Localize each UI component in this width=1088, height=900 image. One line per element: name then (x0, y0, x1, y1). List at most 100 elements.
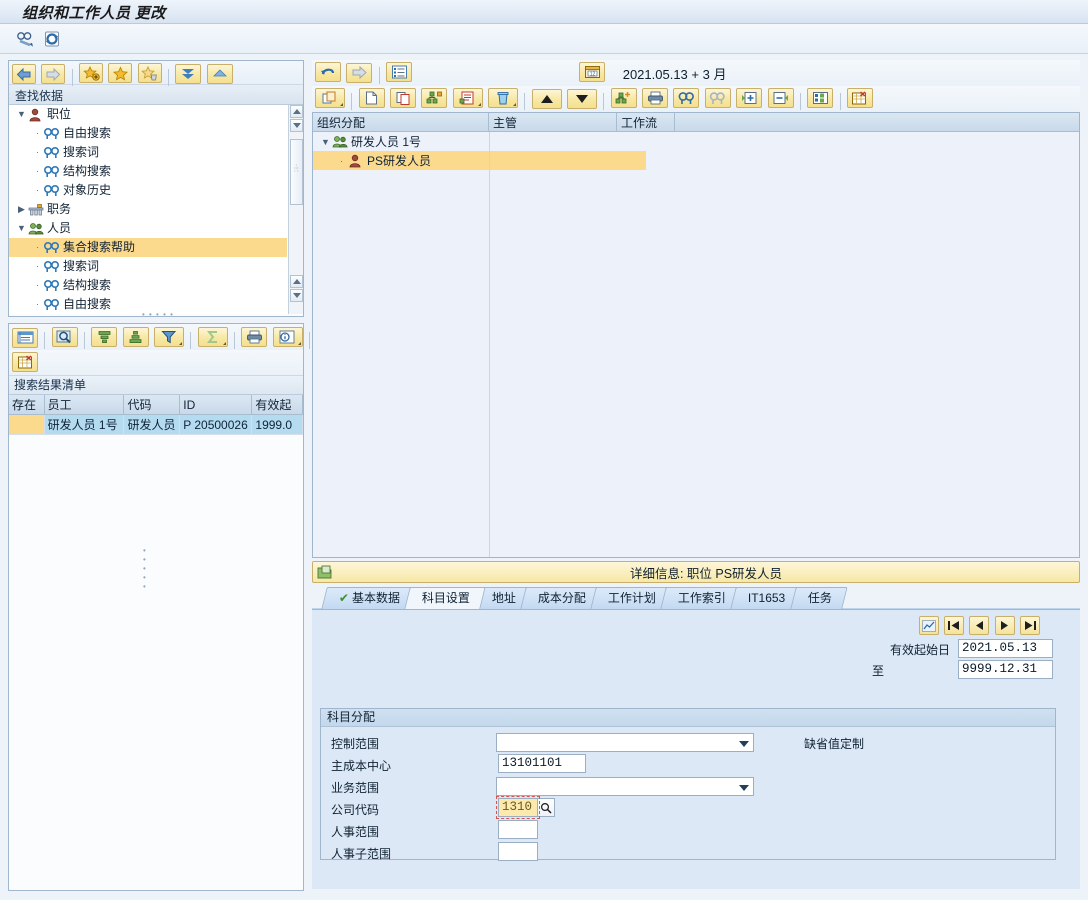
results-column-header-4[interactable]: 有效起 (252, 395, 303, 415)
personnel-subarea-field[interactable] (498, 842, 538, 861)
report-icon[interactable] (453, 88, 483, 108)
tab-工作计划[interactable]: 工作计划 (590, 587, 672, 609)
previous-record-icon[interactable] (969, 616, 989, 635)
company-code-field[interactable]: 1310 (498, 798, 538, 817)
tree-vertical-scrollbar[interactable]: ∴∴ (288, 105, 303, 314)
business-area-field[interactable] (496, 777, 754, 796)
validity-end-field[interactable]: 9999.12.31 (958, 660, 1053, 679)
list-icon[interactable] (386, 62, 412, 82)
refresh-icon[interactable] (42, 29, 62, 49)
binoculars-icon (44, 260, 60, 274)
tree-item-8[interactable]: ·搜索词 (9, 257, 287, 276)
scroll-down-button[interactable] (290, 119, 303, 132)
copy-icon[interactable] (390, 88, 416, 108)
chevron-down-icon[interactable] (739, 741, 749, 747)
back-arrow-icon[interactable] (12, 64, 36, 84)
org-column-header-1[interactable]: 主管 (489, 113, 617, 131)
print-icon[interactable] (642, 88, 668, 108)
results-cell-2[interactable]: 研发人员 (124, 415, 180, 435)
export-spreadsheet-icon[interactable] (12, 352, 38, 372)
controlling-area-field[interactable] (496, 733, 754, 752)
find-icon[interactable] (673, 88, 699, 108)
detail-view-icon[interactable] (12, 328, 38, 348)
chevron-down-icon[interactable] (739, 785, 749, 791)
tree-item-4[interactable]: ·对象历史 (9, 181, 287, 200)
sum-icon[interactable] (198, 327, 228, 347)
results-column-header-1[interactable]: 员工 (44, 395, 124, 415)
column-settings-icon[interactable] (807, 88, 833, 108)
panel-splitter-handle[interactable]: • • • • • (142, 310, 174, 319)
first-record-icon[interactable] (944, 616, 964, 635)
tab-基本数据[interactable]: ✔基本数据 (321, 587, 416, 609)
expand-node-icon[interactable] (736, 88, 762, 108)
tab-工作索引[interactable]: 工作索引 (660, 587, 742, 609)
scroll-up-button-2[interactable] (290, 275, 303, 288)
tree-item-1[interactable]: ·自由搜索 (9, 124, 287, 143)
org-column-header-3[interactable] (675, 113, 1079, 131)
results-column-header-3[interactable]: ID (180, 395, 252, 415)
tree-collapse-toggle[interactable]: ▼ (15, 105, 28, 124)
timeline-chart-icon[interactable] (919, 616, 939, 635)
print-icon[interactable] (241, 327, 267, 347)
results-cell-0[interactable] (9, 415, 44, 435)
expand-all-icon[interactable] (175, 64, 201, 84)
org-structure-icon[interactable] (421, 88, 447, 108)
tree-item-9[interactable]: ·结构搜索 (9, 276, 287, 295)
next-record-icon[interactable] (995, 616, 1015, 635)
results-cell-3[interactable]: P 20500026 (180, 415, 252, 435)
results-column-header-0[interactable]: 存在 (9, 395, 44, 415)
sort-ascending-icon[interactable] (91, 327, 117, 347)
new-document-icon[interactable] (359, 88, 385, 108)
favorite-star-icon[interactable] (108, 63, 132, 83)
tree-item-5[interactable]: ▶职务 (9, 200, 287, 219)
calendar-key-date-icon[interactable]: 12 (579, 62, 605, 82)
scrollbar-thumb[interactable]: ∴∴ (290, 139, 303, 205)
tree-item-6[interactable]: ▼人员 (9, 219, 287, 238)
glasses-pencil-icon[interactable] (16, 29, 36, 49)
results-column-header-2[interactable]: 代码 (124, 395, 180, 415)
org-column-header-2[interactable]: 工作流 (617, 113, 675, 131)
tab-成本分配[interactable]: 成本分配 (520, 587, 602, 609)
tree-expand-toggle[interactable]: ▶ (15, 200, 28, 219)
results-cell-1[interactable]: 研发人员 1号 (44, 415, 124, 435)
tab-任务[interactable]: 任务 (790, 587, 848, 609)
delete-favorite-icon[interactable] (138, 63, 162, 83)
tree-collapse-toggle[interactable]: ▼ (15, 219, 28, 238)
master-cost-center-field[interactable]: 13101101 (498, 754, 586, 773)
tab-科目设置[interactable]: 科目设置 (404, 587, 486, 609)
find-icon[interactable] (52, 327, 78, 347)
move-down-icon[interactable] (567, 89, 597, 109)
table-row[interactable]: 研发人员 1号研发人员P 205000261999.0 (9, 415, 303, 435)
collapse-node-icon[interactable] (768, 88, 794, 108)
move-up-icon[interactable] (532, 89, 562, 109)
assign-org-icon[interactable] (611, 88, 637, 108)
org-expand-toggle[interactable]: ▼ (319, 137, 332, 147)
org-row-1[interactable]: ·PS研发人员 (313, 151, 1079, 170)
tree-item-0[interactable]: ▼职位 (9, 105, 287, 124)
tree-item-2[interactable]: ·搜索词 (9, 143, 287, 162)
org-row-0[interactable]: ▼研发人员 1号 (313, 132, 1079, 151)
scroll-down-button-2[interactable] (290, 289, 303, 302)
info-icon[interactable] (273, 327, 303, 347)
personnel-area-field[interactable] (498, 820, 538, 839)
find-next-icon[interactable] (705, 88, 731, 108)
undo-icon[interactable] (315, 62, 341, 82)
add-favorite-icon[interactable] (79, 63, 103, 83)
sort-descending-icon[interactable] (123, 327, 149, 347)
spreadsheet-icon[interactable] (847, 88, 873, 108)
results-splitter-handle[interactable]: ••••• (143, 546, 147, 591)
results-cell-4[interactable]: 1999.0 (252, 415, 303, 435)
delete-icon[interactable] (488, 88, 518, 108)
scroll-up-button[interactable] (290, 105, 303, 118)
tree-item-3[interactable]: ·结构搜索 (9, 162, 287, 181)
org-column-header-0[interactable]: 组织分配 (313, 113, 489, 131)
redo-icon[interactable] (346, 63, 372, 83)
tree-item-7[interactable]: ·集合搜索帮助 (9, 238, 287, 257)
search-help-icon[interactable] (538, 798, 555, 817)
create-copy-icon[interactable] (315, 88, 345, 108)
collapse-all-icon[interactable] (207, 64, 233, 84)
last-record-icon[interactable] (1020, 616, 1040, 635)
validity-start-field[interactable]: 2021.05.13 (958, 639, 1053, 658)
filter-icon[interactable] (154, 327, 184, 347)
forward-arrow-icon[interactable] (41, 64, 65, 84)
